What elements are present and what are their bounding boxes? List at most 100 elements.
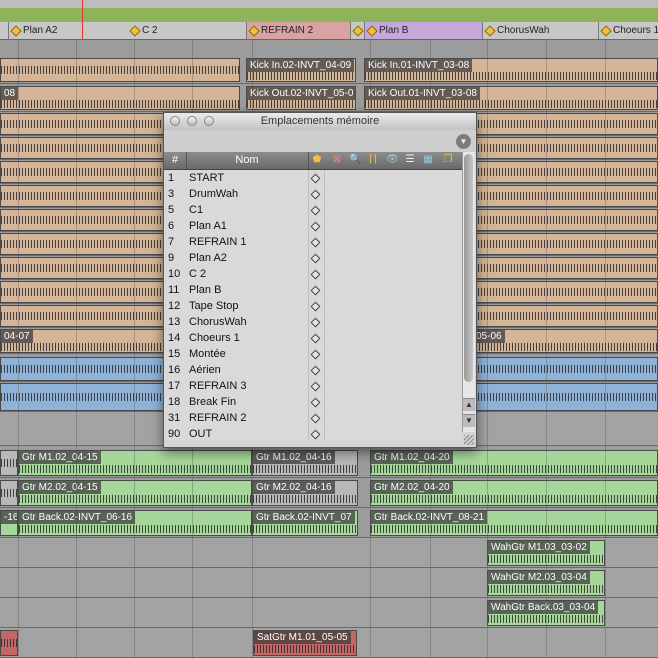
marker-refrain-2[interactable]: REFRAIN 2	[246, 22, 350, 39]
options-menu-icon[interactable]: ▼	[456, 134, 471, 149]
window-config-column-icon[interactable]: ❐	[442, 154, 454, 166]
list-item[interactable]: 14 Choeurs 1	[164, 330, 462, 346]
marker-choeurs-1[interactable]: Choeurs 1	[598, 22, 658, 39]
audio-clip-kick-out-prev[interactable]: 08	[0, 86, 240, 110]
scroll-up-icon[interactable]: ▲	[463, 398, 475, 411]
list-item[interactable]: 10 C 2	[164, 266, 462, 282]
marker-diamond-icon	[310, 333, 321, 344]
track-wah-back: WahGtr Back.03_03-04	[0, 598, 658, 628]
audio-clip-kick-out-02[interactable]: Kick Out.02-INVT_05-0	[246, 86, 356, 110]
marker-diamond-icon	[129, 25, 141, 37]
marker-unnamed[interactable]	[350, 22, 365, 39]
window-titlebar[interactable]: Emplacements mémoire	[164, 113, 476, 131]
column-number-header[interactable]: #	[164, 152, 187, 169]
zoom-window-button[interactable]	[204, 116, 214, 126]
marker-ruler[interactable]: Plan A2 C 2 REFRAIN 2 Plan B ChorusWah C…	[0, 22, 658, 40]
memory-locations-window: Emplacements mémoire ▼ # Nom ⬟ ⊠ 🔍 ⌈⌉ 👁 …	[163, 112, 477, 448]
close-window-button[interactable]	[170, 116, 180, 126]
audio-clip[interactable]	[0, 480, 18, 506]
audio-clip-gtr-m2-b[interactable]: Gtr M2.02_04-16	[252, 480, 358, 506]
window-toolbar: ▼	[164, 130, 476, 152]
list-item[interactable]: 16 Aérien	[164, 362, 462, 378]
track-show-column-icon[interactable]: 👁	[386, 154, 399, 166]
audio-clip-gtr-m1-c[interactable]: Gtr M1.02_04-20	[370, 450, 658, 476]
marker-diamond-icon	[352, 25, 364, 37]
marker-plan-b[interactable]: Plan B	[364, 22, 482, 39]
marker-c2[interactable]: C 2	[128, 22, 246, 39]
list-item[interactable]: 12 Tape Stop	[164, 298, 462, 314]
track-gtr-m1: Gtr M1.02_04-15 Gtr M1.02_04-16 Gtr M1.0…	[0, 448, 658, 478]
audio-clip-kick-in-02[interactable]: Kick In.02-INVT_04-09	[246, 58, 356, 82]
audio-clip-gtr-back-prev[interactable]: -16	[0, 510, 18, 536]
audio-clip-gtr-m1-b[interactable]: Gtr M1.02_04-16	[252, 450, 358, 476]
list-item[interactable]: 90 OUT	[164, 426, 462, 442]
marker-diamond-icon	[310, 381, 321, 392]
audio-clip-gtr-m2-a[interactable]: Gtr M2.02_04-15	[18, 480, 252, 506]
audio-clip-bass-next[interactable]: 05-06	[472, 329, 658, 353]
marker-diamond-icon	[310, 397, 321, 408]
list-item[interactable]: 18 Break Fin	[164, 394, 462, 410]
track-kick-out: 08 Kick Out.02-INVT_05-0 Kick Out.01-INV…	[0, 84, 658, 112]
marker-diamond-icon	[310, 269, 321, 280]
tempo-ruler[interactable]	[0, 8, 658, 23]
column-divider	[324, 170, 325, 440]
audio-clip[interactable]	[0, 450, 18, 476]
list-item[interactable]: 13 ChorusWah	[164, 314, 462, 330]
marker-diamond-icon	[310, 189, 321, 200]
minimize-window-button[interactable]	[187, 116, 197, 126]
group-enables-column-icon[interactable]: ▦	[422, 154, 434, 166]
marker-diamond-icon	[366, 25, 378, 37]
playhead-cursor[interactable]	[82, 0, 83, 40]
marker-diamond-icon	[310, 317, 321, 328]
list-item[interactable]: 1 START	[164, 170, 462, 186]
list-item[interactable]: 5 C1	[164, 202, 462, 218]
zoom-column-icon[interactable]: 🔍	[349, 154, 361, 166]
marker-diamond-icon	[10, 25, 22, 37]
list-item[interactable]: 3 DrumWah	[164, 186, 462, 202]
marker-diamond-icon	[600, 25, 612, 37]
scrollbar-thumb[interactable]	[464, 154, 473, 382]
marker-diamond-icon	[248, 25, 260, 37]
audio-clip-gtr-m1-a[interactable]: Gtr M1.02_04-15	[18, 450, 252, 476]
audio-clip-kick-out-01[interactable]: Kick Out.01-INVT_03-08	[364, 86, 658, 110]
track-kick-in: Kick In.02-INVT_04-09 Kick In.01-INVT_03…	[0, 56, 658, 84]
marker-diamond-icon	[310, 205, 321, 216]
track-sat-m1: SatGtr M1.01_05-05	[0, 628, 658, 658]
selection-column-icon[interactable]: ⊠	[331, 154, 343, 166]
column-divider	[308, 170, 309, 440]
audio-clip-sat-m1[interactable]: SatGtr M1.01_05-05	[253, 630, 357, 656]
column-name-header[interactable]: Nom	[186, 152, 309, 169]
marker-diamond-icon	[310, 301, 321, 312]
audio-clip-gtr-back-b[interactable]: Gtr Back.02-INVT_07	[252, 510, 358, 536]
marker-column-icon[interactable]: ⬟	[311, 154, 323, 166]
pre-post-roll-column-icon[interactable]: ⌈⌉	[367, 154, 379, 166]
marker-diamond-icon	[310, 253, 321, 264]
list-item[interactable]: 7 REFRAIN 1	[164, 234, 462, 250]
resize-grip-icon[interactable]	[464, 435, 474, 445]
track-gtr-m2: Gtr M2.02_04-15 Gtr M2.02_04-16 Gtr M2.0…	[0, 478, 658, 508]
memory-locations-list: 1 START 3 DrumWah 5 C1 6 Plan A1 7 REFRAIN 1 …	[164, 170, 462, 440]
scroll-down-icon[interactable]: ▼	[463, 414, 475, 427]
audio-clip[interactable]	[0, 630, 18, 656]
list-item[interactable]: 6 Plan A1	[164, 218, 462, 234]
marker-diamond-icon	[310, 429, 321, 440]
audio-clip[interactable]	[0, 58, 240, 82]
track-height-column-icon[interactable]: ☰	[404, 154, 416, 166]
list-item[interactable]: 9 Plan A2	[164, 250, 462, 266]
vertical-scrollbar[interactable]: ▲ ▼	[462, 152, 475, 432]
audio-clip-gtr-back-a[interactable]: Gtr Back.02-INVT_06-16	[18, 510, 252, 536]
marker-diamond-icon	[310, 365, 321, 376]
list-item[interactable]: 31 REFRAIN 2	[164, 410, 462, 426]
marker-plan-a2[interactable]: Plan A2	[8, 22, 128, 39]
window-title: Emplacements mémoire	[260, 115, 380, 127]
track-wah-m2: WahGtr M2.03_03-04	[0, 568, 658, 598]
audio-clip-kick-in-01[interactable]: Kick In.01-INVT_03-08	[364, 58, 658, 82]
list-item[interactable]: 11 Plan B	[164, 282, 462, 298]
audio-clip-gtr-m2-c[interactable]: Gtr M2.02_04-20	[370, 480, 658, 506]
list-item[interactable]: 15 Montée	[164, 346, 462, 362]
marker-choruswah[interactable]: ChorusWah	[482, 22, 598, 39]
marker-diamond-icon	[310, 173, 321, 184]
audio-clip-gtr-back-c[interactable]: Gtr Back.02-INVT_08-21	[370, 510, 658, 536]
column-header-row: # Nom ⬟ ⊠ 🔍 ⌈⌉ 👁 ☰ ▦ ❐	[164, 152, 462, 170]
list-item[interactable]: 17 REFRAIN 3	[164, 378, 462, 394]
